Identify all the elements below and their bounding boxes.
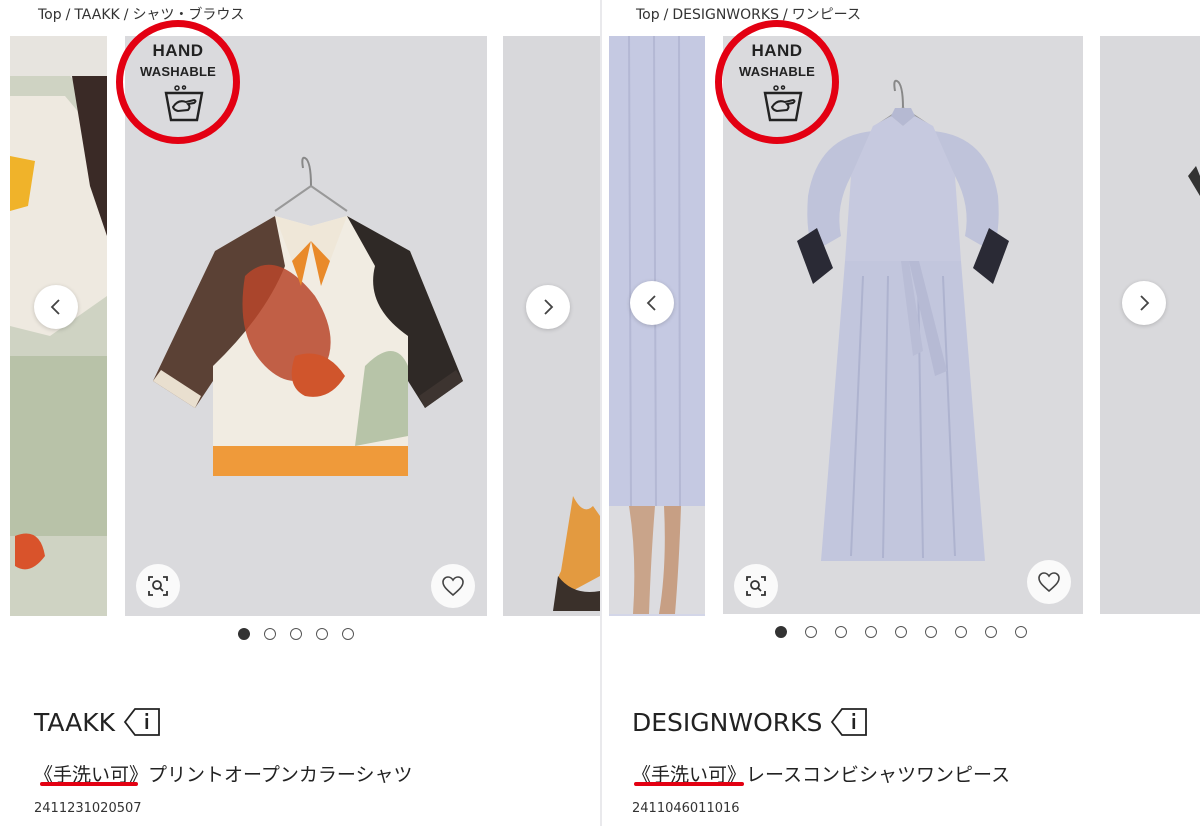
carousel-dot[interactable] bbox=[775, 626, 787, 638]
hand-washable-badge: HAND WASHABLE bbox=[715, 20, 839, 144]
favorite-button[interactable] bbox=[431, 564, 475, 608]
image-carousel[interactable] bbox=[0, 36, 600, 616]
carousel-dot[interactable] bbox=[805, 626, 817, 638]
badge-line-2: WASHABLE bbox=[739, 64, 815, 79]
brand-heading: DESIGNWORKS bbox=[632, 707, 868, 737]
zoom-button[interactable] bbox=[136, 564, 180, 608]
carousel-dots bbox=[775, 626, 1027, 638]
product-code: 2411046011016 bbox=[632, 801, 740, 816]
hand-washable-badge: HAND WASHABLE bbox=[116, 20, 240, 144]
breadcrumb: Top / TAAKK / シャツ・ブラウス bbox=[38, 7, 245, 23]
previous-slide-image[interactable] bbox=[609, 36, 705, 616]
info-tag-icon[interactable] bbox=[123, 707, 161, 737]
next-image-button[interactable] bbox=[1122, 281, 1166, 325]
carousel-dot[interactable] bbox=[865, 626, 877, 638]
hand-wash-icon bbox=[164, 85, 204, 122]
heart-icon bbox=[1038, 572, 1060, 593]
chevron-right-icon bbox=[1140, 295, 1150, 311]
carousel-dot[interactable] bbox=[290, 628, 302, 640]
breadcrumb: Top / DESIGNWORKS / ワンピース bbox=[636, 7, 861, 23]
info-tag-icon[interactable] bbox=[830, 707, 868, 737]
carousel-dot[interactable] bbox=[264, 628, 276, 640]
badge-line-1: HAND bbox=[751, 41, 803, 60]
next-slide-image[interactable] bbox=[1100, 36, 1200, 614]
breadcrumb-brand[interactable]: TAAKK bbox=[74, 7, 119, 23]
badge-line-1: HAND bbox=[152, 41, 204, 60]
carousel-dot[interactable] bbox=[925, 626, 937, 638]
heart-icon bbox=[442, 576, 464, 597]
carousel-dot[interactable] bbox=[342, 628, 354, 640]
breadcrumb-top[interactable]: Top bbox=[38, 7, 62, 23]
hand-wash-icon bbox=[763, 85, 803, 122]
carousel-dot[interactable] bbox=[955, 626, 967, 638]
next-image-button[interactable] bbox=[526, 285, 570, 329]
image-carousel[interactable] bbox=[602, 36, 1200, 616]
brand-name[interactable]: DESIGNWORKS bbox=[632, 708, 822, 737]
highlight-underline bbox=[634, 782, 744, 786]
carousel-dots bbox=[238, 628, 354, 640]
previous-image-button[interactable] bbox=[34, 285, 78, 329]
product-panel-taakk: Top / TAAKK / シャツ・ブラウス HAND WASHABLE TAA… bbox=[0, 0, 600, 826]
carousel-dot[interactable] bbox=[985, 626, 997, 638]
carousel-dot[interactable] bbox=[1015, 626, 1027, 638]
breadcrumb-category[interactable]: ワンピース bbox=[792, 7, 861, 23]
zoom-button[interactable] bbox=[734, 564, 778, 608]
product-panel-designworks: Top / DESIGNWORKS / ワンピース HAND WASHABLE … bbox=[602, 0, 1200, 826]
breadcrumb-top[interactable]: Top bbox=[636, 7, 660, 23]
brand-heading: TAAKK bbox=[34, 707, 161, 737]
zoom-search-icon bbox=[148, 576, 168, 596]
zoom-search-icon bbox=[746, 576, 766, 596]
carousel-dot[interactable] bbox=[238, 628, 250, 640]
product-code: 2411231020507 bbox=[34, 801, 142, 816]
favorite-button[interactable] bbox=[1027, 560, 1071, 604]
chevron-left-icon bbox=[50, 299, 60, 315]
highlight-underline bbox=[40, 782, 138, 786]
carousel-dot[interactable] bbox=[316, 628, 328, 640]
chevron-left-icon bbox=[646, 295, 656, 311]
carousel-dot[interactable] bbox=[895, 626, 907, 638]
carousel-dot[interactable] bbox=[835, 626, 847, 638]
brand-name[interactable]: TAAKK bbox=[34, 708, 115, 737]
badge-line-2: WASHABLE bbox=[140, 64, 216, 79]
previous-image-button[interactable] bbox=[630, 281, 674, 325]
chevron-right-icon bbox=[544, 299, 554, 315]
